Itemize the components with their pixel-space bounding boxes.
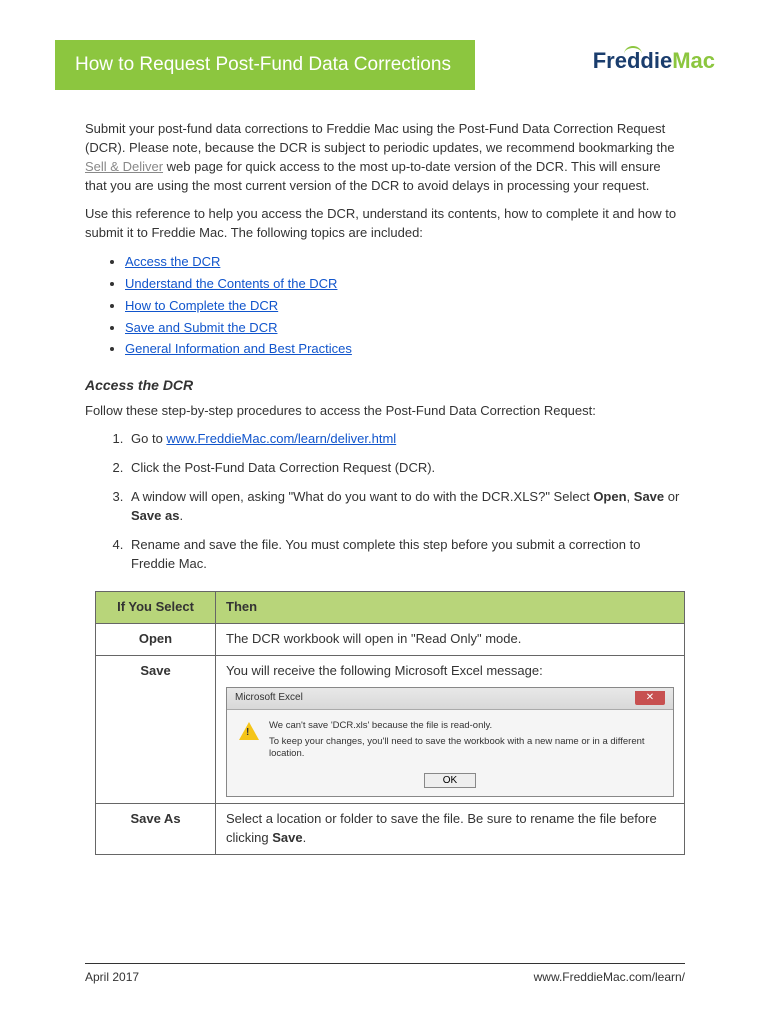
toc-link-understand[interactable]: Understand the Contents of the DCR [125,276,337,291]
excel-dialog: Microsoft Excel ✕ We can't save 'DCR.xls… [226,687,674,797]
step-2: Click the Post-Fund Data Correction Requ… [127,459,685,478]
logo-mac-text: Mac [672,48,715,73]
cell-saveas-value: Select a location or folder to save the … [216,804,685,855]
sell-deliver-link[interactable]: Sell & Deliver [85,159,163,174]
toc-list: Access the DCR Understand the Contents o… [85,253,685,359]
ok-button[interactable]: OK [424,773,476,788]
excel-msg-line2: To keep your changes, you'll need to sav… [269,736,661,761]
cell-open-value: The DCR workbook will open in "Read Only… [216,624,685,656]
intro-paragraph-2: Use this reference to help you access th… [85,205,685,243]
header-row: How to Request Post-Fund Data Correction… [55,40,715,90]
cell-save-key: Save [96,656,216,804]
warning-icon [239,722,259,740]
table-header-select: If You Select [96,592,216,624]
table-header-then: Then [216,592,685,624]
toc-link-general[interactable]: General Information and Best Practices [125,341,352,356]
section-heading-access: Access the DCR [85,375,685,395]
intro-paragraph-1: Submit your post-fund data corrections t… [85,120,685,195]
cell-saveas-key: Save As [96,804,216,855]
footer-url: www.FreddieMac.com/learn/ [534,970,685,984]
page-title: How to Request Post-Fund Data Correction… [75,54,451,75]
cell-save-value: You will receive the following Microsoft… [216,656,685,804]
toc-link-access[interactable]: Access the DCR [125,254,220,269]
toc-link-save[interactable]: Save and Submit the DCR [125,320,277,335]
step-3: A window will open, asking "What do you … [127,488,685,526]
excel-titlebar: Microsoft Excel ✕ [227,688,673,710]
access-intro: Follow these step-by-step procedures to … [85,402,685,421]
freddie-mac-logo: FreddieMac [593,48,715,74]
excel-msg-line1: We can't save 'DCR.xls' because the file… [269,720,661,732]
result-table: If You Select Then Open The DCR workbook… [95,591,685,854]
table-row: Open The DCR workbook will open in "Read… [96,624,685,656]
step-1: Go to www.FreddieMac.com/learn/deliver.h… [127,430,685,449]
table-row: Save As Select a location or folder to s… [96,804,685,855]
excel-dialog-title: Microsoft Excel [235,691,303,706]
step-4: Rename and save the file. You must compl… [127,536,685,574]
footer-date: April 2017 [85,970,139,984]
access-steps: Go to www.FreddieMac.com/learn/deliver.h… [85,430,685,573]
close-icon[interactable]: ✕ [635,691,665,705]
cell-open-key: Open [96,624,216,656]
deliver-url-link[interactable]: www.FreddieMac.com/learn/deliver.html [166,431,396,446]
table-row: Save You will receive the following Micr… [96,656,685,804]
page-title-bar: How to Request Post-Fund Data Correction… [55,40,475,90]
page-footer: April 2017 www.FreddieMac.com/learn/ [85,963,685,984]
toc-link-complete[interactable]: How to Complete the DCR [125,298,278,313]
